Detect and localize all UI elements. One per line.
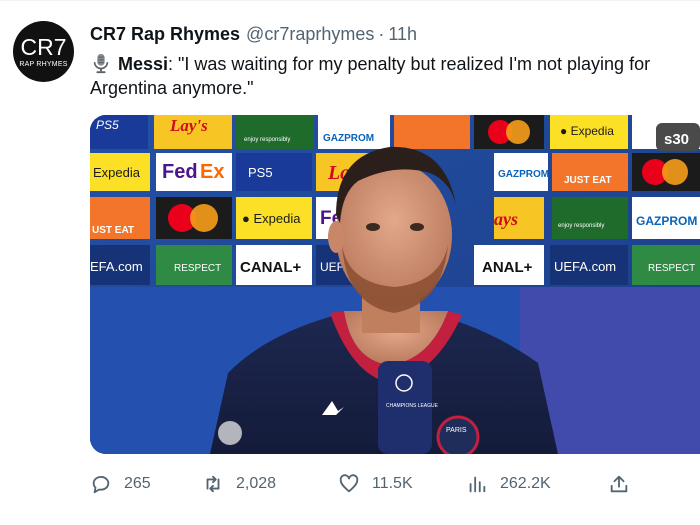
svg-text:JUST EAT: JUST EAT <box>564 175 612 186</box>
svg-text:Fed: Fed <box>162 161 198 183</box>
avatar-subtext: RAP RHYMES <box>19 60 68 68</box>
like-button[interactable]: 11.5K <box>338 470 413 498</box>
interview-photo: PS5 Lay's enjoy responsibly GAZPROM ● Ex… <box>90 115 700 454</box>
display-name[interactable]: CR7 Rap Rhymes <box>90 24 240 45</box>
svg-text:CANAL+: CANAL+ <box>240 259 301 276</box>
svg-text:GAZPROM: GAZPROM <box>636 214 697 228</box>
svg-text:PS5: PS5 <box>248 165 273 180</box>
interview-microphone: CHAMPIONS LEAGUE <box>378 361 439 454</box>
svg-text:RESPECT: RESPECT <box>648 263 695 274</box>
separator-dot: · <box>378 23 385 44</box>
mic-label: CHAMPIONS LEAGUE <box>386 403 439 409</box>
heart-icon <box>339 474 359 493</box>
svg-text:● Expedia: ● Expedia <box>560 124 614 138</box>
avatar[interactable]: CR7 RAP RHYMES <box>13 21 74 82</box>
quote-line-1: : "I was waiting for my penalty but real… <box>168 54 651 74</box>
view-count: 262.2K <box>500 475 551 492</box>
svg-text:● Expedia: ● Expedia <box>242 211 301 226</box>
user-handle[interactable]: @cr7raprhymes <box>246 24 374 45</box>
svg-text:RESPECT: RESPECT <box>174 263 221 274</box>
reply-button[interactable]: 265 <box>90 470 151 498</box>
share-icon <box>610 475 628 493</box>
quote-line-2: Argentina anymore." <box>90 78 254 98</box>
microphone-icon <box>93 53 109 74</box>
svg-text:EFA.com: EFA.com <box>90 259 143 274</box>
svg-text:UST EAT: UST EAT <box>92 225 134 236</box>
timestamp[interactable]: 11h <box>388 24 417 45</box>
tweet-text: Messi: "I was waiting for my penalty but… <box>90 52 700 100</box>
tweet-photo[interactable]: PS5 Lay's enjoy responsibly GAZPROM ● Ex… <box>90 115 700 454</box>
retweet-count: 2,028 <box>236 475 277 492</box>
svg-text:ANAL+: ANAL+ <box>482 259 533 276</box>
top-divider <box>0 0 700 1</box>
svg-text:enjoy responsibly: enjoy responsibly <box>244 137 290 143</box>
svg-text:enjoy responsibly: enjoy responsibly <box>558 223 604 229</box>
views-button[interactable]: 262.2K <box>466 470 551 498</box>
speaker-name: Messi <box>118 54 169 74</box>
svg-text:s30: s30 <box>664 131 689 148</box>
avatar-logo-text: CR7 <box>20 33 67 60</box>
sponsor-row-1: PS5 Lay's enjoy responsibly GAZPROM ● Ex… <box>90 115 700 151</box>
reply-icon <box>92 475 110 494</box>
svg-text:Lay's: Lay's <box>169 116 208 135</box>
svg-text:UEFA.com: UEFA.com <box>554 259 616 274</box>
svg-text:Ex: Ex <box>200 161 224 183</box>
svg-text:GAZPROM: GAZPROM <box>498 169 549 180</box>
action-bar: 265 2,028 11.5K 262.2K <box>90 470 650 498</box>
tweet-header: CR7 Rap Rhymes @cr7raprhymes · 11h <box>90 22 417 46</box>
svg-text:Expedia: Expedia <box>93 165 141 180</box>
like-count: 11.5K <box>372 475 413 492</box>
views-icon <box>469 476 486 493</box>
share-button[interactable] <box>608 470 642 498</box>
svg-text:PARIS: PARIS <box>446 427 467 434</box>
svg-text:ays: ays <box>494 209 518 229</box>
retweet-icon <box>206 475 220 493</box>
reply-count: 265 <box>124 475 151 492</box>
retweet-button[interactable]: 2,028 <box>202 470 276 498</box>
svg-text:PS5: PS5 <box>96 118 119 132</box>
svg-text:GAZPROM: GAZPROM <box>323 133 374 144</box>
